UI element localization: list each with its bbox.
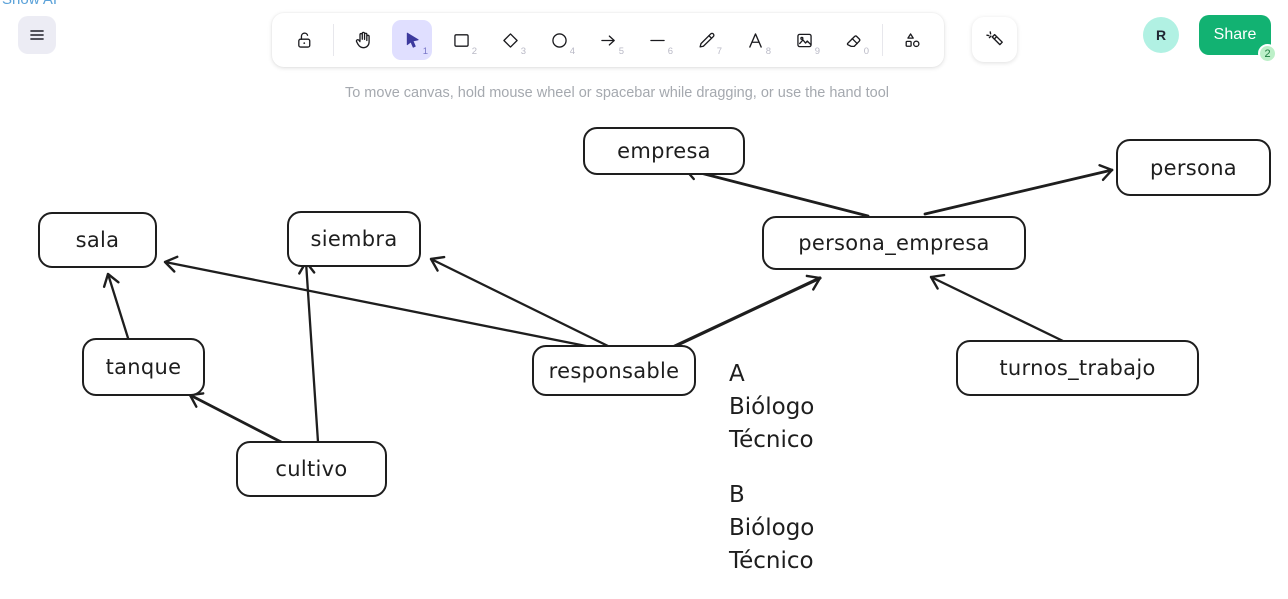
note-line: A: [729, 358, 814, 391]
node-turnos_trabajo[interactable]: turnos_trabajo: [956, 340, 1199, 396]
ellipse-icon: [549, 30, 570, 51]
tool-line[interactable]: 6: [637, 20, 677, 60]
node-sala[interactable]: sala: [38, 212, 157, 268]
hamburger-icon: [28, 26, 46, 44]
tool-shortcut: 2: [472, 46, 477, 57]
tool-selection[interactable]: 1: [392, 20, 432, 60]
tool-shortcut: 5: [619, 46, 624, 57]
node-persona[interactable]: persona: [1116, 139, 1271, 196]
tool-image[interactable]: 9: [784, 20, 824, 60]
image-icon: [794, 30, 815, 51]
tool-lock[interactable]: [284, 20, 324, 60]
tool-shortcut: 4: [570, 46, 575, 57]
tool-text[interactable]: 8: [735, 20, 775, 60]
magic-wand-icon: [984, 29, 1006, 51]
rectangle-icon: [451, 30, 472, 51]
text-icon: [745, 30, 766, 51]
node-tanque[interactable]: tanque: [82, 338, 205, 396]
cursor-icon: [402, 30, 423, 51]
line-icon: [647, 30, 668, 51]
pencil-icon: [696, 30, 717, 51]
tool-arrow[interactable]: 5: [588, 20, 628, 60]
tool-shortcut: 1: [423, 46, 428, 57]
shapes-icon: [902, 30, 923, 51]
eraser-icon: [843, 30, 864, 51]
node-cultivo[interactable]: cultivo: [236, 441, 387, 497]
edge-responsable-persona_empresa[interactable]: [673, 278, 820, 347]
tool-more-shapes[interactable]: [892, 20, 932, 60]
share-collaborator-badge: 2: [1258, 44, 1277, 63]
note-line: B: [729, 479, 814, 512]
toolbar-divider: [333, 24, 334, 56]
main-menu-button[interactable]: [18, 16, 56, 54]
edge-persona_empresa-persona[interactable]: [925, 170, 1112, 214]
edge-persona_empresa-empresa[interactable]: [685, 169, 868, 216]
hand-icon: [353, 30, 374, 51]
node-persona_empresa[interactable]: persona_empresa: [762, 216, 1026, 270]
tool-ellipse[interactable]: 4: [539, 20, 579, 60]
note-line: Técnico: [729, 545, 814, 578]
edge-tanque-sala[interactable]: [108, 274, 128, 338]
tool-shortcut: 7: [717, 46, 722, 57]
note-line: Técnico: [729, 424, 814, 457]
tool-shortcut: 9: [815, 46, 820, 57]
tool-shortcut: 8: [766, 46, 771, 57]
tool-shortcut: 6: [668, 46, 673, 57]
edge-cultivo-tanque[interactable]: [190, 395, 283, 443]
tool-diamond[interactable]: 3: [490, 20, 530, 60]
arrow-icon: [598, 30, 619, 51]
tool-rectangle[interactable]: 2: [441, 20, 481, 60]
diamond-icon: [500, 30, 521, 51]
edge-turnos_trabajo-persona_empresa[interactable]: [931, 277, 1063, 341]
note-gap: [729, 457, 814, 479]
edge-responsable-sala[interactable]: [165, 262, 601, 349]
tool-draw[interactable]: 7: [686, 20, 726, 60]
tool-shortcut: 3: [521, 46, 526, 57]
magic-wand-button[interactable]: [972, 17, 1017, 62]
tool-island: 1 2 3 4 5 6 7: [272, 13, 944, 67]
show-ai-link[interactable]: Show AI: [2, 0, 57, 8]
edge-cultivo-siembra[interactable]: [306, 262, 318, 442]
tool-hand[interactable]: [343, 20, 383, 60]
tool-eraser[interactable]: 0: [833, 20, 873, 60]
lock-open-icon: [294, 30, 315, 51]
canvas-hint-text: To move canvas, hold mouse wheel or spac…: [272, 85, 962, 101]
node-responsable[interactable]: responsable: [532, 345, 696, 396]
node-siembra[interactable]: siembra: [287, 211, 421, 267]
node-empresa[interactable]: empresa: [583, 127, 745, 175]
toolbar-divider: [882, 24, 883, 56]
text-notes[interactable]: A Biólogo Técnico B Biólogo Técnico: [729, 358, 814, 578]
tool-shortcut: 0: [864, 46, 869, 57]
note-line: Biólogo: [729, 512, 814, 545]
avatar[interactable]: R: [1143, 17, 1179, 53]
note-line: Biólogo: [729, 391, 814, 424]
